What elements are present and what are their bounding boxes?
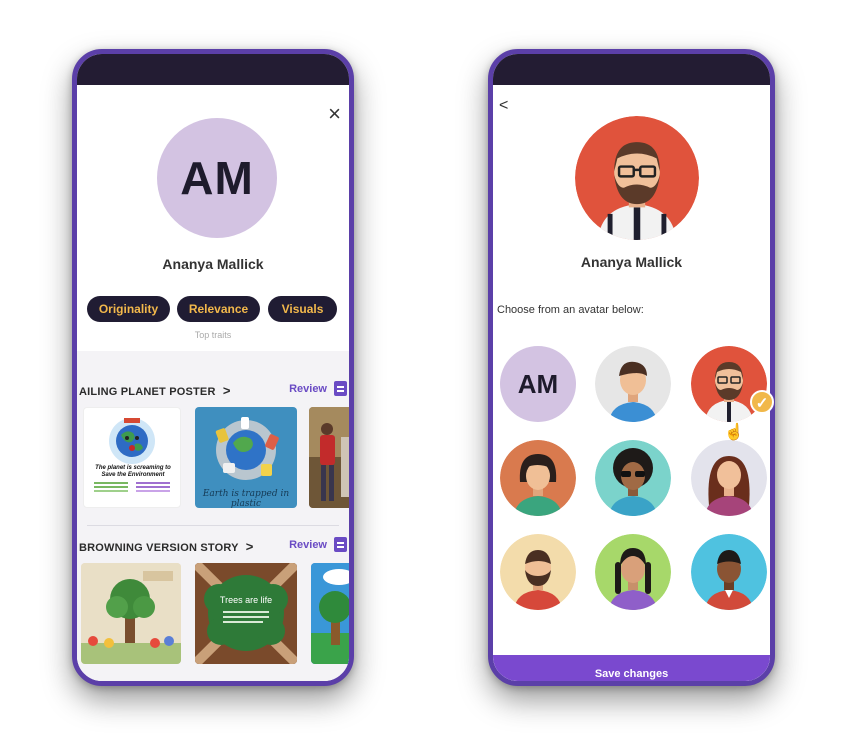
- man-short-hair-icon: [595, 346, 671, 422]
- story-thumbnail-trees-are-life[interactable]: Trees are life: [195, 563, 297, 664]
- poster-caption: The planet is screaming to Save the Envi…: [95, 465, 171, 478]
- save-changes-button[interactable]: Save changes: [493, 655, 770, 681]
- status-bar: [493, 54, 770, 85]
- story-caption: Trees are life: [219, 595, 273, 605]
- profile-name: Ananya Mallick: [162, 256, 264, 272]
- close-icon[interactable]: ×: [328, 103, 341, 125]
- bearded-man-glasses-icon: [575, 116, 699, 240]
- selected-avatar-preview: [575, 116, 699, 240]
- avatar-option-bearded-man[interactable]: [500, 534, 576, 610]
- woman-bob-icon: [500, 440, 576, 516]
- choose-avatar-label: Choose from an avatar below:: [497, 304, 644, 316]
- section-title[interactable]: BROWNING VERSION STORY >: [79, 539, 254, 554]
- photo-thumbnail-painting[interactable]: [309, 407, 349, 508]
- profile-phone: × AM Ananya Mallick Originality Relevanc…: [72, 49, 354, 686]
- avatar-option-woman-long-hair[interactable]: [691, 440, 767, 516]
- profile-name: Ananya Mallick: [580, 254, 683, 270]
- bearded-man-icon: [500, 534, 576, 610]
- section-header-ailing-planet[interactable]: AILING PLANET POSTER > Review: [77, 381, 349, 401]
- chevron-right-icon: >: [222, 383, 231, 398]
- avatar-option-woman-bob[interactable]: [500, 440, 576, 516]
- profile-avatar[interactable]: AM: [157, 118, 277, 238]
- hand-pointer-icon: ☝: [724, 424, 744, 441]
- man-sunglasses-afro-icon: [595, 440, 671, 516]
- cartoon-tree-icon: [311, 563, 349, 664]
- selected-check-icon: ✓: [750, 390, 774, 414]
- trait-chip-relevance[interactable]: Relevance: [177, 296, 260, 322]
- clipboard-icon[interactable]: [334, 537, 347, 552]
- avatar-picker-phone: < Ananya Mallick Choose from an avatar b…: [488, 49, 775, 686]
- save-changes-label: Save changes: [594, 668, 669, 680]
- trait-chip-originality[interactable]: Originality: [87, 296, 170, 322]
- review-link[interactable]: Review: [289, 539, 327, 551]
- profile-screen: × AM Ananya Mallick Originality Relevanc…: [77, 85, 349, 681]
- poster-thumbnail-plastic-earth[interactable]: Earth is trapped in plastic: [195, 407, 297, 508]
- poster-thumbnail-screaming-planet[interactable]: The planet is screaming to Save the Envi…: [83, 407, 181, 508]
- man-dark-skin-icon: [691, 534, 767, 610]
- avatar-option-woman-braids[interactable]: [595, 534, 671, 610]
- submissions-feed: AILING PLANET POSTER > Review The planet…: [77, 351, 349, 681]
- section-header-browning-version[interactable]: BROWNING VERSION STORY > Review: [77, 537, 349, 557]
- clipboard-icon[interactable]: [334, 381, 347, 396]
- tree-canopy-icon: [195, 563, 297, 664]
- top-traits: Originality Relevance Visuals: [87, 296, 345, 322]
- review-link[interactable]: Review: [289, 383, 327, 395]
- woman-long-hair-icon: [691, 440, 767, 516]
- poster-caption: Earth is trapped in plastic: [202, 489, 290, 508]
- status-bar: [77, 54, 349, 85]
- story-thumbnail-cartoon-tree[interactable]: [311, 563, 349, 664]
- avatar-option-man-dark-skin[interactable]: [691, 534, 767, 610]
- person-painting-photo: [309, 407, 349, 508]
- trait-chip-visuals[interactable]: Visuals: [268, 296, 337, 322]
- avatar-picker-screen: < Ananya Mallick Choose from an avatar b…: [493, 85, 770, 681]
- earth-crying-icon: [109, 418, 155, 464]
- craft-tree-icon: [81, 563, 181, 664]
- section-divider: [87, 525, 339, 526]
- avatar-option-man-short-hair[interactable]: [595, 346, 671, 422]
- thumbnail-row: The planet is screaming to Save the Envi…: [77, 407, 349, 508]
- section-title[interactable]: AILING PLANET POSTER >: [79, 383, 231, 398]
- traits-caption: Top traits: [194, 330, 232, 340]
- avatar-option-man-sunglasses-afro[interactable]: [595, 440, 671, 516]
- story-thumbnail-craft-tree[interactable]: [81, 563, 181, 664]
- chevron-right-icon: >: [245, 539, 254, 554]
- avatar-option-initials[interactable]: AM: [500, 346, 576, 422]
- woman-braids-icon: [595, 534, 671, 610]
- thumbnail-row: Trees are life: [77, 563, 349, 664]
- back-arrow-icon[interactable]: <: [499, 97, 508, 115]
